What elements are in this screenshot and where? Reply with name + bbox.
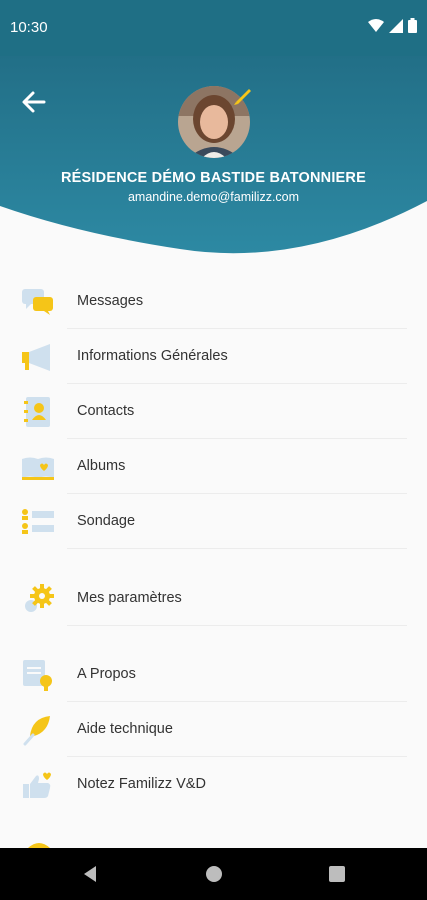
menu-item-informations[interactable]: Informations Générales xyxy=(0,330,427,384)
menu-label-informations: Informations Générales xyxy=(77,348,228,364)
nav-back-icon[interactable] xyxy=(80,864,100,884)
menu-label-contacts: Contacts xyxy=(77,403,135,419)
megaphone-icon xyxy=(22,344,50,371)
chat-bubbles-icon xyxy=(22,289,53,315)
menu-label-albums: Albums xyxy=(77,458,126,474)
menu-item-parametres[interactable]: Mes paramètres xyxy=(0,572,427,626)
menu-label-messages: Messages xyxy=(77,293,144,309)
gear-icon xyxy=(25,584,54,612)
status-icons xyxy=(368,18,417,33)
divider xyxy=(67,493,407,494)
menu-item-contacts[interactable]: Contacts xyxy=(0,385,427,439)
profile-email: amandine.demo@familizz.com xyxy=(127,190,300,204)
divider xyxy=(67,383,407,384)
divider xyxy=(67,625,407,626)
status-time: 10:30 xyxy=(10,19,48,36)
divider xyxy=(67,438,407,439)
photo-album-icon xyxy=(22,457,54,480)
status-bar: 10:30 xyxy=(0,0,427,56)
thumbs-up-heart-icon xyxy=(23,772,51,798)
edit-pencil-icon[interactable] xyxy=(232,86,252,106)
profile-name: RÉSIDENCE DÉMO BASTIDE BATONNIERE xyxy=(61,170,366,186)
profile-header: RÉSIDENCE DÉMO BASTIDE BATONNIERE amandi… xyxy=(0,56,427,256)
menu-label-sondage: Sondage xyxy=(77,513,136,529)
divider xyxy=(67,548,407,549)
wifi-icon xyxy=(368,18,384,32)
battery-icon xyxy=(408,18,417,33)
menu-label-parametres: Mes paramètres xyxy=(77,590,182,606)
menu-item-a-propos[interactable]: A Propos xyxy=(0,648,427,702)
nav-recents-icon[interactable] xyxy=(327,864,347,884)
address-book-icon xyxy=(24,397,50,427)
system-navigation-bar xyxy=(0,848,427,900)
menu-label-notez: Notez Familizz V&D xyxy=(77,776,206,792)
document-badge-icon xyxy=(23,660,52,691)
menu-item-sondage[interactable]: Sondage xyxy=(0,495,427,549)
nav-home-icon[interactable] xyxy=(204,864,224,884)
back-arrow-icon[interactable] xyxy=(18,86,50,118)
menu-label-aide-technique: Aide technique xyxy=(77,721,173,737)
menu-label-a-propos: A Propos xyxy=(77,666,136,682)
feather-icon xyxy=(23,716,50,746)
menu-item-albums[interactable]: Albums xyxy=(0,440,427,494)
divider xyxy=(67,701,407,702)
menu-item-notez[interactable]: Notez Familizz V&D xyxy=(0,758,427,812)
poll-icon xyxy=(22,509,54,534)
signal-icon xyxy=(389,18,403,33)
menu-item-messages[interactable]: Messages xyxy=(0,275,427,329)
divider xyxy=(67,328,407,329)
menu-item-aide-technique[interactable]: Aide technique xyxy=(0,703,427,757)
divider xyxy=(67,756,407,757)
